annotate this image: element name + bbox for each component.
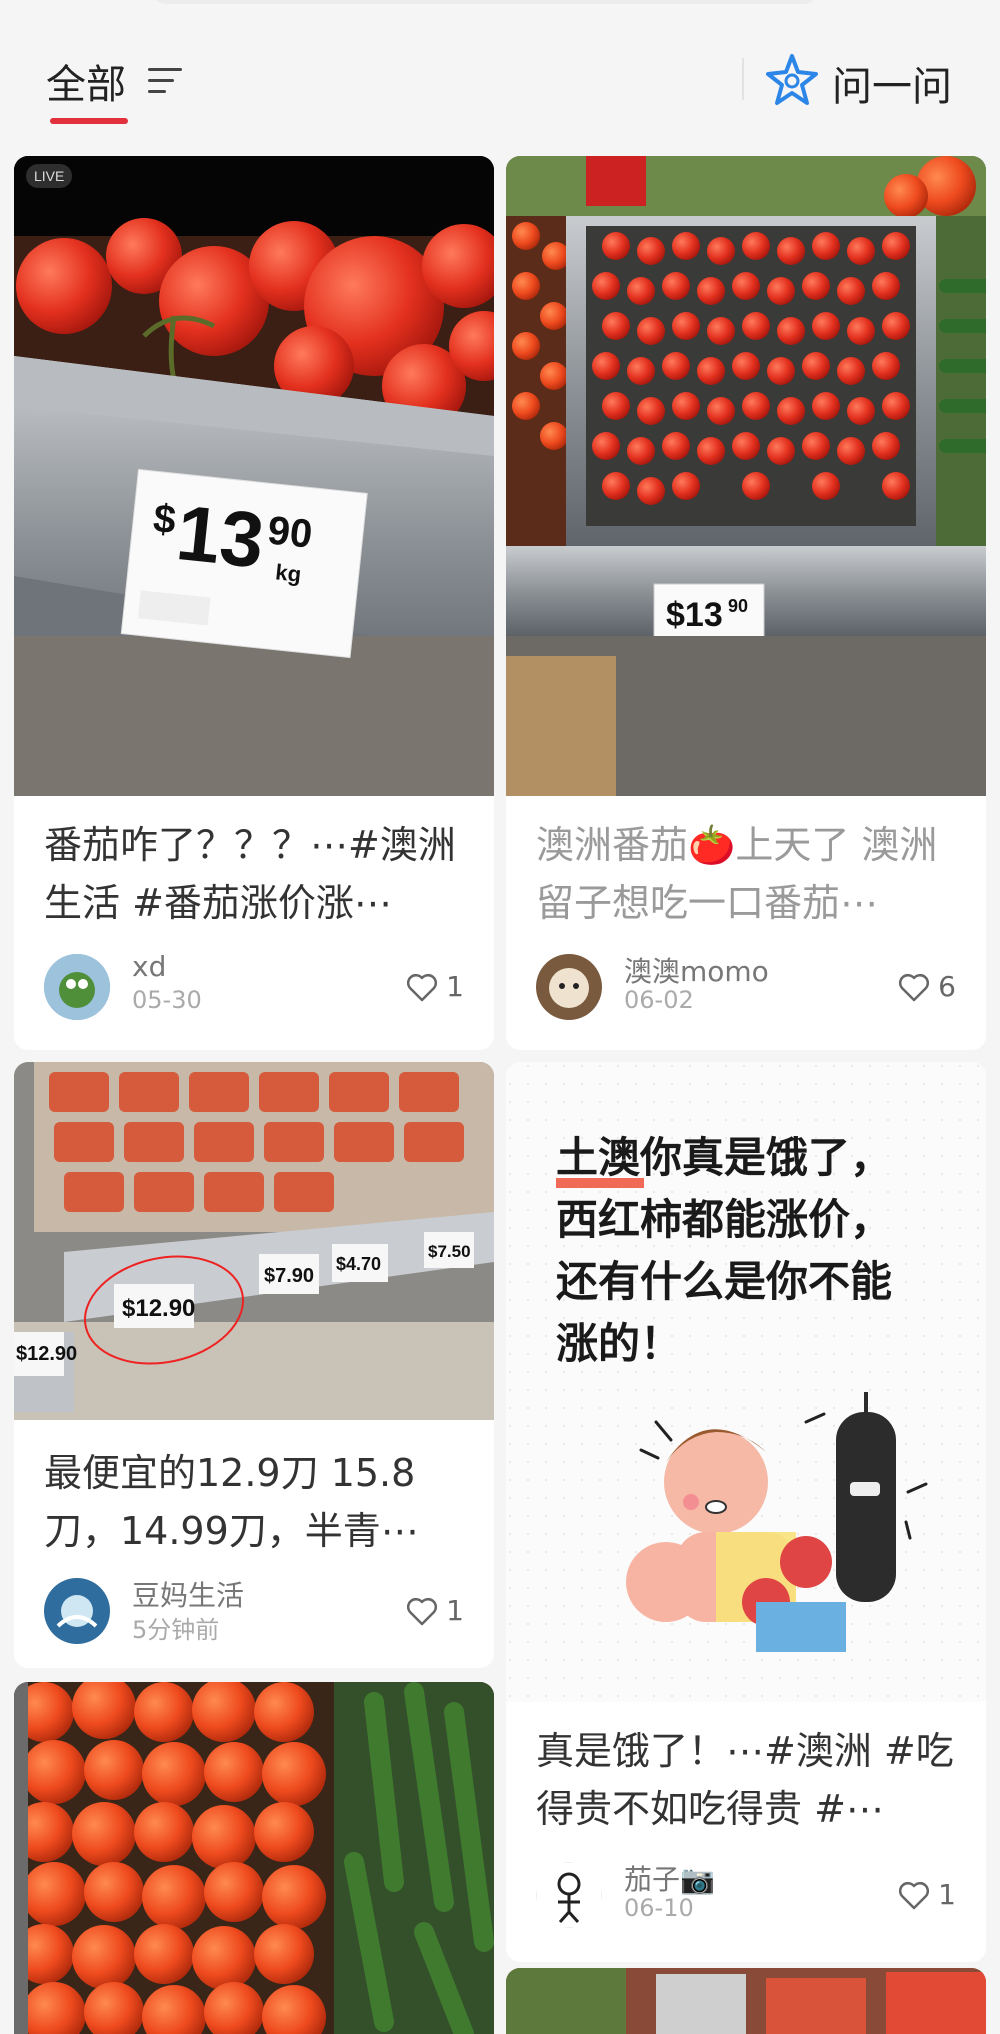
avatar[interactable] — [44, 954, 110, 1020]
feed-card[interactable] — [14, 1682, 494, 2034]
svg-text:90: 90 — [728, 596, 748, 616]
like-button[interactable]: 1 — [406, 1594, 464, 1627]
like-count: 1 — [938, 1878, 956, 1911]
svg-text:90: 90 — [266, 508, 315, 556]
avatar[interactable] — [536, 954, 602, 1020]
svg-text:$7.50: $7.50 — [428, 1242, 471, 1261]
illustration-line-2: 西红柿都能涨价， — [556, 1195, 892, 1244]
like-count: 6 — [938, 970, 956, 1003]
svg-text:$12.90: $12.90 — [16, 1343, 77, 1365]
post-title[interactable]: 澳洲番茄🍅上天了 澳洲留子想吃一口番茄⋯ — [536, 816, 960, 932]
svg-text:$12.90: $12.90 — [122, 1295, 195, 1322]
post-image: $13 90 — [506, 156, 986, 796]
author-name[interactable]: 茄子📷 — [624, 1858, 715, 1898]
post-date: 05-30 — [132, 986, 202, 1014]
heart-icon — [407, 1597, 438, 1625]
post-date: 06-10 — [624, 1894, 694, 1922]
divider — [742, 58, 744, 100]
feed-card[interactable] — [506, 1968, 986, 2034]
post-image — [506, 1968, 986, 2034]
like-button[interactable]: 1 — [898, 1878, 956, 1911]
post-date: 5分钟前 — [132, 1616, 220, 1644]
heart-icon — [899, 1881, 930, 1909]
like-button[interactable]: 1 — [406, 970, 464, 1003]
like-button[interactable]: 6 — [898, 970, 956, 1003]
svg-text:kg: kg — [274, 559, 302, 587]
svg-text:$4.70: $4.70 — [336, 1254, 381, 1274]
post-illustration: 土澳你真是饿了， 西红柿都能涨价， 还有什么是你不能 涨的！ — [506, 1062, 986, 1702]
author-name[interactable]: xd — [132, 950, 166, 983]
heart-icon — [899, 973, 930, 1001]
tab-all[interactable]: 全部 — [46, 52, 126, 110]
svg-text:13: 13 — [173, 488, 268, 585]
post-title[interactable]: 真是饿了！⋯#澳洲 #吃得贵不如吃得贵 #⋯ — [536, 1722, 960, 1838]
feed-card[interactable]: 土澳你真是饿了， 西红柿都能涨价， 还有什么是你不能 涨的！ 真是饿了！⋯#澳洲… — [506, 1062, 986, 1962]
filter-icon[interactable] — [146, 64, 186, 98]
top-bar: 全部 问一问 — [0, 0, 1000, 150]
illustration-line-4: 涨的！ — [556, 1319, 682, 1368]
author-name[interactable]: 豆妈生活 — [132, 1574, 244, 1614]
feed-card[interactable]: $ 13 90 kg LIVE 番茄咋了？？？⋯#澳洲生活 #番茄涨价涨⋯ xd… — [14, 156, 494, 1050]
ask-star-icon[interactable] — [764, 52, 820, 108]
live-icon: LIVE — [26, 164, 73, 188]
tab-active-indicator — [50, 118, 128, 124]
like-count: 1 — [446, 970, 464, 1003]
post-image — [14, 1682, 494, 2034]
ask-button[interactable]: 问一问 — [832, 54, 952, 112]
illustration-line-1: 土澳你真是饿了， — [556, 1133, 892, 1182]
search-bar-edge[interactable] — [150, 0, 820, 4]
feed-card[interactable]: $13 90 澳洲番茄🍅上天了 澳洲留子想吃一口番茄⋯ 澳澳momo 06-02… — [506, 156, 986, 1050]
svg-text:$13: $13 — [666, 596, 723, 634]
svg-text:$7.90: $7.90 — [264, 1265, 314, 1287]
author-name[interactable]: 澳澳momo — [624, 950, 769, 990]
post-title[interactable]: 番茄咋了？？？⋯#澳洲生活 #番茄涨价涨⋯ — [44, 816, 468, 932]
post-image: $ 13 90 kg — [14, 156, 494, 796]
post-date: 06-02 — [624, 986, 694, 1014]
like-count: 1 — [446, 1594, 464, 1627]
avatar[interactable] — [536, 1862, 602, 1928]
heart-icon — [407, 973, 438, 1001]
illustration-line-3: 还有什么是你不能 — [556, 1257, 892, 1306]
post-image: $12.90 $7.90 $4.70 $7.50 $12.90 — [14, 1062, 494, 1420]
post-title[interactable]: 最便宜的12.9刀 15.8刀，14.99刀，半青⋯ — [44, 1444, 468, 1560]
feed-card[interactable]: $12.90 $7.90 $4.70 $7.50 $12.90 最便宜的12.9… — [14, 1062, 494, 1668]
avatar[interactable] — [44, 1578, 110, 1644]
svg-text:$: $ — [151, 496, 178, 542]
